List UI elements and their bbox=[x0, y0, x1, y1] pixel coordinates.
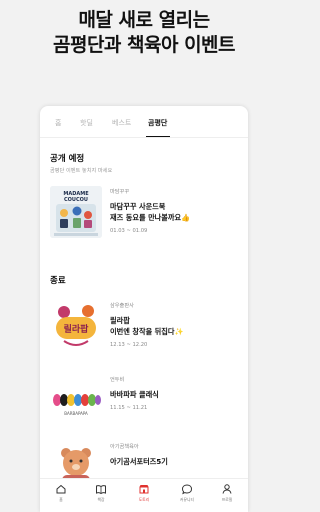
tab-best[interactable]: 베스트 bbox=[112, 118, 131, 128]
nav-profile[interactable]: 프로필 bbox=[212, 483, 242, 503]
chat-icon bbox=[181, 484, 193, 495]
section-title-upcoming: 공개 예정 bbox=[50, 154, 85, 164]
event-title-line-2: 이번엔 창작을 뒤집다✨ bbox=[110, 327, 184, 336]
event-dates: 11.15 ~ 11.21 bbox=[110, 405, 148, 411]
event-publisher: 아기곰책육아 bbox=[110, 444, 139, 450]
tab-gompyeongdan[interactable]: 곰평단 bbox=[148, 118, 167, 128]
event-title-line-1: 마담꾸꾸 사운드북 bbox=[110, 202, 166, 211]
event-card-lilapop[interactable]: 릴라팝 삼우출판사 릴라팝 이번엔 창작을 뒤집다✨ 12.13 ~ 12.20 bbox=[50, 300, 240, 360]
event-title: 바바파파 클래식 bbox=[110, 390, 159, 399]
nav-home[interactable]: 홈 bbox=[46, 483, 76, 503]
barbapapa-cover-image: BARBAPAPA bbox=[50, 374, 102, 426]
barbapapa-cover-title: BARBAPAPA bbox=[64, 411, 88, 416]
store-icon bbox=[139, 485, 149, 494]
nav-bookshelf-label: 책장 bbox=[97, 497, 105, 502]
profile-icon bbox=[222, 484, 232, 494]
agigom-info: 아기곰책육아 아기곰서포터즈5기 bbox=[110, 441, 238, 467]
top-tab-bar: 홈 핫딜 베스트 곰평단 bbox=[40, 118, 248, 134]
bottom-navigation-bar: 홈 책장 도토리 커뮤니티 프로필 bbox=[40, 478, 248, 512]
promo-headline: 매달 새로 열리는 곰평단과 책육아 이벤트 bbox=[0, 8, 288, 58]
barbapapa-info: 언두비 바바파파 클래식 11.15 ~ 11.21 bbox=[110, 374, 238, 411]
tab-hotdeal[interactable]: 핫딜 bbox=[80, 118, 93, 128]
nav-dotori[interactable]: 도토리 bbox=[129, 483, 159, 503]
event-title: 릴라팝 이번엔 창작을 뒤집다✨ bbox=[110, 315, 238, 337]
event-dates: 12.13 ~ 12.20 bbox=[110, 342, 148, 348]
book-icon bbox=[96, 485, 106, 495]
madame-info: 마담꾸꾸 마담꾸꾸 사운드북 재즈 동요를 만나볼까요👍 01.03 ~ 01.… bbox=[110, 186, 238, 234]
madame-cover-title-2: COUCOU bbox=[64, 197, 88, 203]
nav-profile-label: 프로필 bbox=[221, 497, 233, 502]
event-publisher: 언두비 bbox=[110, 377, 125, 383]
nav-community-label: 커뮤니티 bbox=[180, 497, 194, 502]
event-dates: 01.03 ~ 01.09 bbox=[110, 228, 148, 234]
lilapop-info: 삼우출판사 릴라팝 이번엔 창작을 뒤집다✨ 12.13 ~ 12.20 bbox=[110, 300, 238, 348]
section-subtitle-upcoming: 곰평단 이벤트 놓치지 마세요 bbox=[50, 168, 113, 174]
event-publisher: 마담꾸꾸 bbox=[110, 189, 130, 195]
lilapop-cover-image: 릴라팝 bbox=[50, 300, 102, 352]
event-title: 마담꾸꾸 사운드북 재즈 동요를 만나볼까요👍 bbox=[110, 201, 238, 223]
event-title: 아기곰서포터즈5기 bbox=[110, 457, 168, 466]
event-publisher: 삼우출판사 bbox=[110, 303, 134, 309]
madame-cover-image: MADAME COUCOU bbox=[50, 186, 102, 238]
nav-bookshelf[interactable]: 책장 bbox=[86, 483, 116, 503]
headline-line-2: 곰평단과 책육아 이벤트 bbox=[52, 34, 236, 56]
lilapop-cover-title: 릴라팝 bbox=[64, 323, 90, 335]
event-title-line-2: 재즈 동요를 만나볼까요👍 bbox=[110, 213, 191, 222]
event-title-line-1: 릴라팝 bbox=[110, 316, 130, 325]
event-card-barbapapa[interactable]: BARBAPAPA 언두비 바바파파 클래식 11.15 ~ 11.21 bbox=[50, 374, 240, 434]
home-icon bbox=[56, 484, 66, 494]
tab-home[interactable]: 홈 bbox=[55, 118, 61, 128]
app-screen: 홈 핫딜 베스트 곰평단 공개 예정 곰평단 이벤트 놓치지 마세요 MADAM… bbox=[40, 106, 248, 512]
section-title-ended: 종료 bbox=[50, 276, 66, 286]
headline-line-1: 매달 새로 열리는 bbox=[78, 9, 210, 31]
event-card-madame[interactable]: MADAME COUCOU 마담꾸꾸 마담꾸꾸 사운드북 재즈 동요를 만나볼까… bbox=[50, 186, 240, 246]
nav-dotori-label: 도토리 bbox=[138, 497, 150, 502]
tabs-divider bbox=[40, 137, 248, 138]
nav-community[interactable]: 커뮤니티 bbox=[172, 483, 202, 503]
nav-home-label: 홈 bbox=[59, 497, 63, 502]
